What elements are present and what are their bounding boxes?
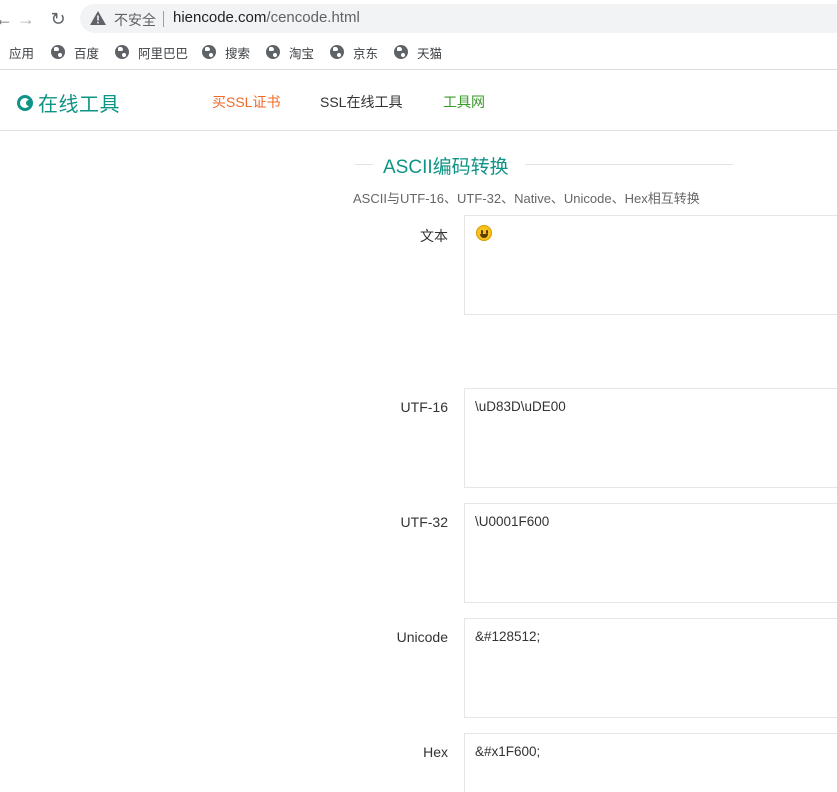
bookmark-label: 百度 xyxy=(74,46,100,61)
address-bar[interactable]: 不安全 hiencode.com/cencode.html xyxy=(80,4,837,33)
warning-icon[interactable] xyxy=(90,11,106,25)
security-label[interactable]: 不安全 xyxy=(114,10,156,30)
bookmark-search[interactable]: 搜索 xyxy=(202,43,250,61)
nav-ssl-tools[interactable]: SSL在线工具 xyxy=(320,92,402,112)
unicode-value: &#128512; xyxy=(475,629,541,644)
bookmark-label: 搜索 xyxy=(225,46,251,61)
bookmark-label: 应用 xyxy=(9,46,35,61)
page-title: ASCII编码转换 xyxy=(383,157,509,178)
logo-icon xyxy=(17,94,33,111)
text-input[interactable] xyxy=(464,215,837,315)
url-text[interactable]: hiencode.com/cencode.html xyxy=(173,9,360,26)
forward-icon[interactable]: → xyxy=(14,7,38,31)
hex-input[interactable]: &#x1F600; xyxy=(464,733,837,792)
bookmark-jd[interactable]: 京东 xyxy=(330,43,378,61)
grinning-face-emoji xyxy=(476,225,492,241)
utf32-label: UTF-32 xyxy=(400,514,448,530)
url-path: /cencode.html xyxy=(266,9,360,26)
globe-icon xyxy=(266,45,280,59)
hex-value: &#x1F600; xyxy=(475,744,541,759)
unicode-label: Unicode xyxy=(396,629,448,645)
nav-tools-site[interactable]: 工具网 xyxy=(443,92,485,112)
omnibox-divider xyxy=(163,11,164,27)
nav-buy-ssl[interactable]: 买SSL证书 xyxy=(212,92,280,112)
bookmark-label: 阿里巴巴 xyxy=(138,46,189,61)
section-title: ASCII编码转换 xyxy=(355,152,733,178)
utf32-input[interactable]: \U0001F600 xyxy=(464,503,837,603)
bookmark-alibaba[interactable]: 阿里巴巴 xyxy=(115,43,188,61)
url-host: hiencode.com xyxy=(173,9,267,26)
unicode-input[interactable]: &#128512; xyxy=(464,618,837,718)
emoji-mouth xyxy=(480,234,488,238)
bookmark-label: 淘宝 xyxy=(289,46,315,61)
utf16-input[interactable]: \uD83D\uDE00 xyxy=(464,388,837,488)
logo-text: 在线工具 xyxy=(38,94,120,116)
text-label: 文本 xyxy=(420,228,448,244)
globe-icon xyxy=(394,45,408,59)
globe-icon xyxy=(51,45,65,59)
bookmarks-bar: 应用 百度 阿里巴巴 搜索 淘宝 京东 天猫 xyxy=(0,37,837,67)
title-rule-left xyxy=(355,164,373,165)
globe-icon xyxy=(115,45,129,59)
utf16-value: \uD83D\uDE00 xyxy=(475,399,566,414)
bookmark-apps[interactable]: 应用 xyxy=(9,43,34,61)
bookmark-tmall[interactable]: 天猫 xyxy=(394,43,442,61)
site-header: 在线工具 买SSL证书 SSL在线工具 工具网 xyxy=(0,70,837,131)
title-rule-right xyxy=(525,164,733,165)
globe-icon xyxy=(202,45,216,59)
reload-icon[interactable]: ↻ xyxy=(46,7,70,31)
globe-icon xyxy=(330,45,344,59)
bookmark-label: 京东 xyxy=(353,46,379,61)
bookmark-label: 天猫 xyxy=(417,46,443,61)
site-logo[interactable]: 在线工具 xyxy=(17,88,120,117)
utf16-label: UTF-16 xyxy=(400,399,448,415)
bookmark-baidu[interactable]: 百度 xyxy=(51,43,99,61)
page-subtitle: ASCII与UTF-16、UTF-32、Native、Unicode、Hex相互… xyxy=(353,191,700,206)
bookmark-taobao[interactable]: 淘宝 xyxy=(266,43,314,61)
utf32-value: \U0001F600 xyxy=(475,514,550,529)
hex-label: Hex xyxy=(423,744,448,760)
browser-toolbar: ← → ↻ 不安全 hiencode.com/cencode.html xyxy=(0,0,837,37)
